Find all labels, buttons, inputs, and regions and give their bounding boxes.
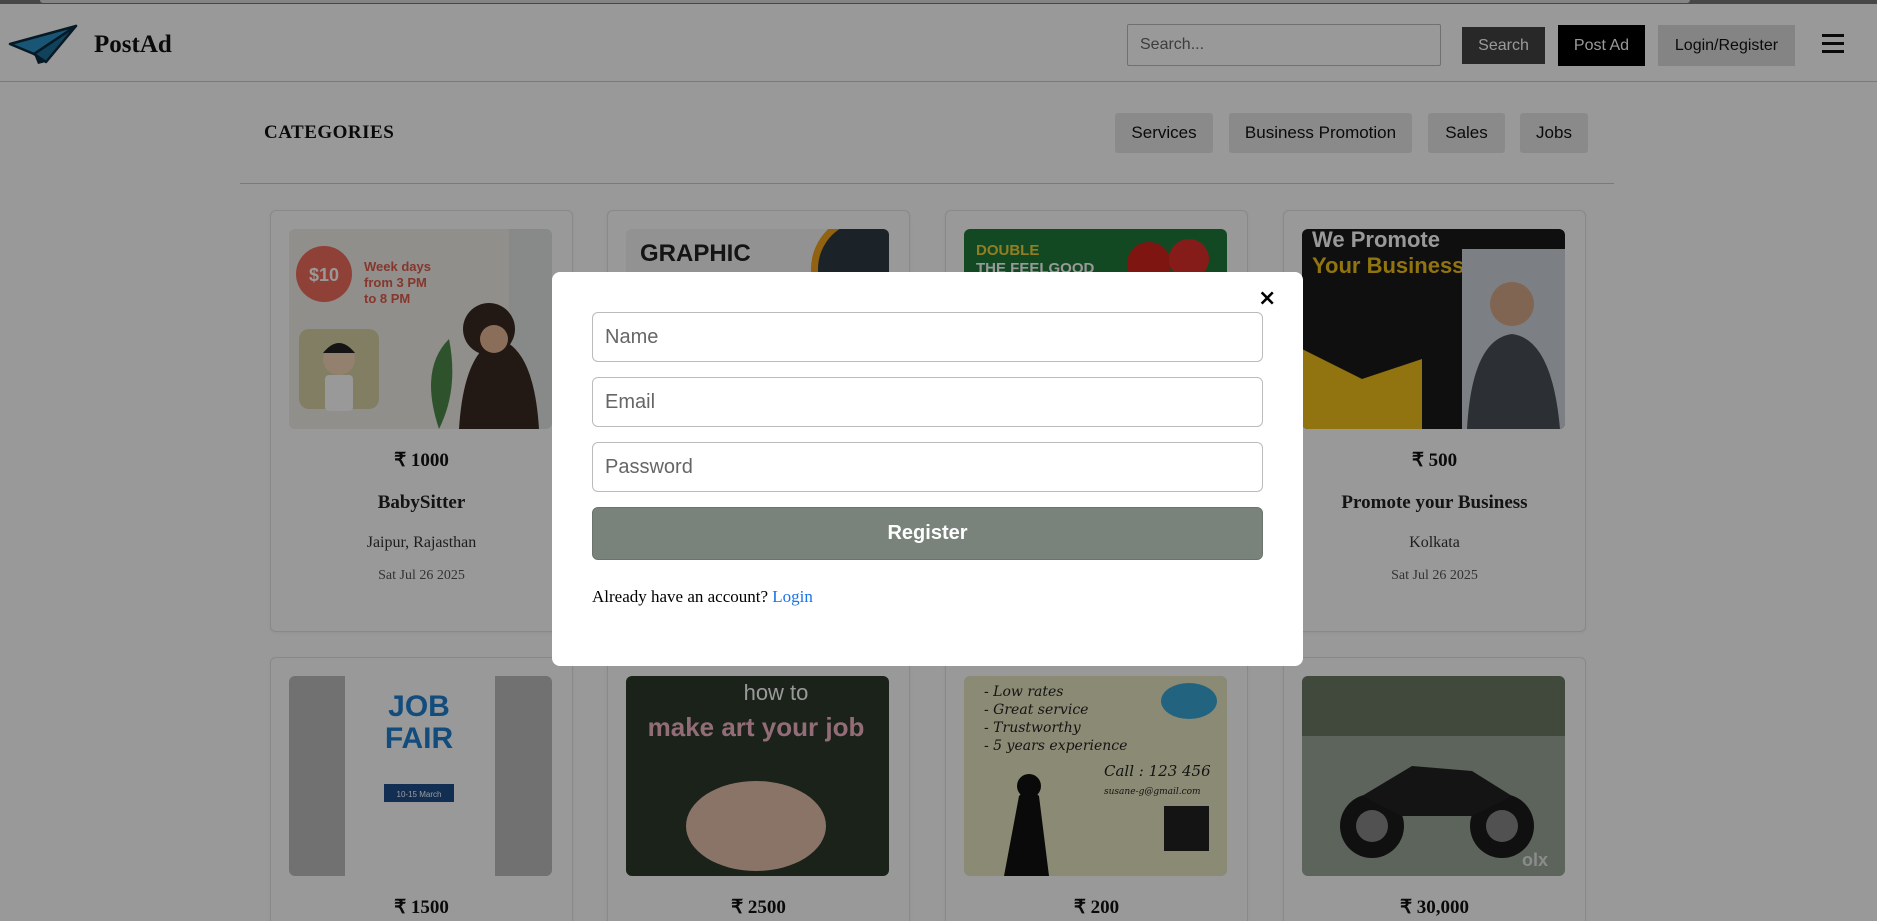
register-modal: × Register Already have an account? Logi… bbox=[552, 272, 1303, 666]
password-field[interactable] bbox=[592, 442, 1263, 492]
name-field[interactable] bbox=[592, 312, 1263, 362]
email-field[interactable] bbox=[592, 377, 1263, 427]
register-button[interactable]: Register bbox=[592, 507, 1263, 560]
login-link[interactable]: Login bbox=[772, 587, 813, 606]
close-icon[interactable]: × bbox=[1258, 286, 1276, 311]
login-prompt: Already have an account? Login bbox=[592, 587, 813, 607]
login-prompt-text: Already have an account? bbox=[592, 587, 769, 606]
